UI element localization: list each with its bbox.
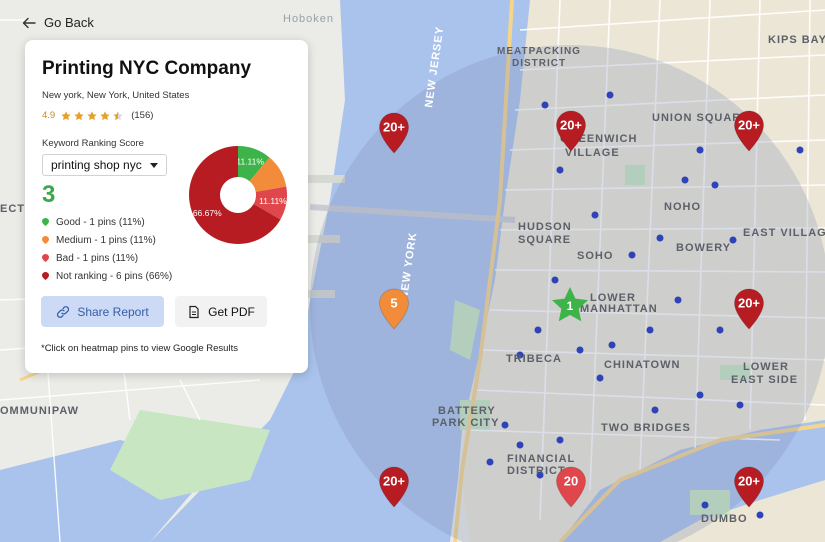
- heatmap-pin-label: 20+: [738, 296, 760, 311]
- heatmap-pin[interactable]: 20+: [733, 288, 765, 330]
- heatmap-pin-label: 20+: [738, 474, 760, 489]
- review-count: (156): [131, 110, 154, 121]
- map-label: Hoboken: [283, 13, 334, 25]
- heatmap-pin-label: 5: [390, 296, 397, 311]
- donut-slice-label: 11.11%: [259, 196, 287, 206]
- map-label: NOHO: [664, 201, 701, 213]
- map-pin-icon: [42, 272, 49, 280]
- star-icon: [87, 110, 97, 120]
- map-label: BATTERY: [438, 405, 496, 417]
- ranking-donut-chart: 11.11% 11.11% 66.67%: [189, 146, 287, 244]
- map-label: MANHATTAN: [580, 303, 658, 315]
- go-back-button[interactable]: Go Back: [22, 15, 94, 30]
- link-icon: [57, 305, 70, 318]
- heatmap-pin[interactable]: 20+: [555, 110, 587, 152]
- map-label: LOWER: [743, 361, 789, 373]
- map-label: DUMBO: [701, 513, 748, 525]
- map-label: PARK CITY: [432, 417, 499, 429]
- donut-slice-label: 11.11%: [236, 157, 264, 167]
- heatmap-pin-label: 20+: [383, 120, 405, 135]
- heatmap-pin[interactable]: 20+: [733, 466, 765, 508]
- map-label: SOHO: [577, 250, 613, 262]
- star-icon: [61, 110, 71, 120]
- map-label: FINANCIAL: [507, 453, 575, 465]
- business-location-pin[interactable]: 1: [551, 286, 589, 324]
- rating-row: 4.9 (156): [42, 110, 291, 121]
- map-label: TWO BRIDGES: [601, 422, 691, 434]
- map-label: EAST SIDE: [731, 374, 798, 386]
- keyword-select[interactable]: printing shop nyc: [42, 154, 167, 176]
- map-label: DISTRICT: [512, 58, 566, 69]
- heatmap-pin[interactable]: 20: [555, 466, 587, 508]
- star-icon: [100, 110, 110, 120]
- star-icon: [113, 110, 123, 120]
- heatmap-pin[interactable]: 20+: [378, 112, 410, 154]
- map-label: OMMUNIPAW: [0, 405, 79, 417]
- legend-label: Bad - 1 pins (11%): [56, 252, 139, 264]
- legend-label: Not ranking - 6 pins (66%): [56, 270, 173, 282]
- business-address: New york, New York, United States: [42, 90, 190, 101]
- map-pin-icon: [42, 254, 49, 262]
- heatmap-pin-label: 20: [564, 474, 578, 489]
- heatmap-pin-label: 20+: [383, 474, 405, 489]
- heatmap-pin[interactable]: 5: [378, 288, 410, 330]
- heatmap-pin-label: 20+: [560, 118, 582, 133]
- legend-item: Bad - 1 pins (11%): [42, 249, 291, 267]
- heatmap-pin[interactable]: 20+: [733, 110, 765, 152]
- report-card: Printing NYC Company New york, New York,…: [25, 40, 308, 373]
- map-label: CHINATOWN: [604, 359, 680, 371]
- donut-slice-label: 66.67%: [193, 208, 222, 218]
- share-report-label: Share Report: [77, 304, 149, 319]
- heatmap-note: *Click on heatmap pins to view Google Re…: [41, 343, 238, 354]
- map-pin-icon: [42, 236, 49, 244]
- pdf-file-icon: [189, 305, 199, 318]
- heatmap-pin[interactable]: 20+: [378, 466, 410, 508]
- legend-item: Not ranking - 6 pins (66%): [42, 267, 291, 285]
- map-label: TRIBECA: [506, 353, 562, 365]
- chevron-down-icon: [149, 162, 158, 168]
- heatmap-pin-label: 20+: [738, 118, 760, 133]
- map-label: SQUARE: [518, 234, 571, 246]
- go-back-label: Go Back: [44, 15, 94, 30]
- get-pdf-label: Get PDF: [208, 304, 255, 319]
- share-report-button[interactable]: Share Report: [41, 296, 164, 327]
- map-label: EAST VILLAGE: [743, 227, 825, 239]
- star-icon: [74, 110, 84, 120]
- map-label: BOWERY: [676, 242, 731, 254]
- arrow-left-icon: [22, 17, 36, 28]
- keyword-select-value: printing shop nyc: [51, 158, 142, 172]
- legend-label: Medium - 1 pins (11%): [56, 234, 156, 246]
- map-label: HUDSON: [518, 221, 572, 233]
- map-pin-icon: [42, 218, 49, 226]
- legend-label: Good - 1 pins (11%): [56, 216, 145, 228]
- business-location-pin-label: 1: [567, 299, 574, 313]
- get-pdf-button[interactable]: Get PDF: [175, 296, 267, 327]
- map-label: MEATPACKING: [497, 46, 581, 57]
- business-name: Printing NYC Company: [42, 58, 252, 79]
- rating-stars: [61, 110, 123, 121]
- map-label: KIPS BAY: [768, 34, 825, 46]
- rating-value: 4.9: [42, 110, 56, 121]
